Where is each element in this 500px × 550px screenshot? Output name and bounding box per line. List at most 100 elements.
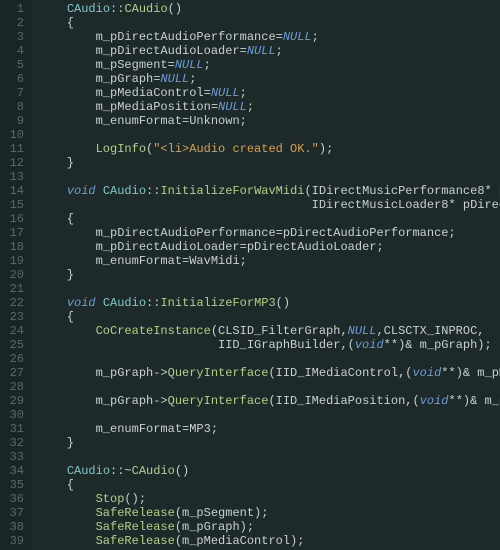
token-fn: CAudio <box>124 2 167 16</box>
code-line[interactable]: } <box>38 268 500 282</box>
line-number: 19 <box>4 254 24 268</box>
code-line[interactable] <box>38 352 500 366</box>
code-line[interactable]: CAudio::~CAudio() <box>38 464 500 478</box>
code-line[interactable]: IID_IGraphBuilder,(void**)& m_pGraph); <box>38 338 500 352</box>
line-number: 17 <box>4 226 24 240</box>
token-ident <box>96 296 103 310</box>
token-ident: (m_pGraph); <box>175 520 254 534</box>
code-line[interactable]: } <box>38 436 500 450</box>
token-ident: m_enumFormat <box>38 422 182 436</box>
code-line[interactable]: m_pDirectAudioLoader=pDirectAudioLoader; <box>38 240 500 254</box>
code-line[interactable]: SafeRelease(m_pMediaControl); <box>38 534 500 548</box>
code-line[interactable]: m_enumFormat=WavMidi; <box>38 254 500 268</box>
line-number: 22 <box>4 296 24 310</box>
code-line[interactable]: { <box>38 478 500 492</box>
token-punc: ; <box>312 30 319 44</box>
token-fn: Stop <box>96 492 125 506</box>
token-ident <box>38 408 45 422</box>
code-line[interactable]: void CAudio::InitializeForMP3() <box>38 296 500 310</box>
code-line[interactable]: CoCreateInstance(CLSID_FilterGraph,NULL,… <box>38 324 500 338</box>
code-area[interactable]: CAudio::CAudio() { m_pDirectAudioPerform… <box>32 0 500 550</box>
token-ident: m_pSegment <box>38 58 168 72</box>
token-ident: (m_pMediaControl); <box>175 534 305 548</box>
line-number: 16 <box>4 212 24 226</box>
token-ident: m_pDirectAudioPerformance <box>38 30 276 44</box>
token-ident: (IID_IMediaControl,( <box>268 366 412 380</box>
line-number: 25 <box>4 338 24 352</box>
line-number: 13 <box>4 170 24 184</box>
code-line[interactable]: CAudio::CAudio() <box>38 2 500 16</box>
line-number: 5 <box>4 58 24 72</box>
token-ident <box>38 492 96 506</box>
token-ident: m_pMediaControl <box>38 86 204 100</box>
code-line[interactable]: { <box>38 212 500 226</box>
code-line[interactable] <box>38 128 500 142</box>
token-ident <box>38 520 96 534</box>
token-ident: (IDirectMusicPerformance8 <box>304 184 484 198</box>
line-number: 18 <box>4 240 24 254</box>
token-ident: IID_IGraphBuilder,( <box>38 338 355 352</box>
code-line[interactable]: m_pDirectAudioLoader=NULL; <box>38 44 500 58</box>
code-line[interactable] <box>38 408 500 422</box>
line-number: 31 <box>4 422 24 436</box>
code-line[interactable]: m_pMediaControl=NULL; <box>38 86 500 100</box>
token-fn: CoCreateInstance <box>96 324 211 338</box>
code-line[interactable]: SafeRelease(m_pSegment); <box>38 506 500 520</box>
code-line[interactable]: m_pGraph->QueryInterface(IID_IMediaPosit… <box>38 394 500 408</box>
token-kw: NULL <box>175 58 204 72</box>
code-line[interactable]: m_pDirectAudioPerformance=pDirectAudioPe… <box>38 226 500 240</box>
code-line[interactable]: m_pDirectAudioPerformance=NULL; <box>38 30 500 44</box>
token-ident: (CLSID_FilterGraph, <box>211 324 348 338</box>
token-ident: m_pMediaContr <box>470 366 500 380</box>
line-number: 6 <box>4 72 24 86</box>
token-fn: SafeRelease <box>96 520 175 534</box>
token-kw: NULL <box>247 44 276 58</box>
token-kw: NULL <box>211 86 240 100</box>
code-line[interactable] <box>38 380 500 394</box>
code-line[interactable]: m_pGraph=NULL; <box>38 72 500 86</box>
code-line[interactable]: { <box>38 16 500 30</box>
token-ident <box>38 128 45 142</box>
code-line[interactable]: m_enumFormat=Unknown; <box>38 114 500 128</box>
token-ident <box>38 352 45 366</box>
token-ident: (m_pSegment); <box>175 506 269 520</box>
token-fn: InitializeForWavMidi <box>160 184 304 198</box>
line-number: 10 <box>4 128 24 142</box>
token-op: -> <box>153 366 167 380</box>
code-line[interactable]: IDirectMusicLoader8* pDirectAudioLoad <box>38 198 500 212</box>
code-line[interactable]: m_pGraph->QueryInterface(IID_IMediaContr… <box>38 366 500 380</box>
token-op: = <box>276 30 283 44</box>
token-ident <box>38 506 96 520</box>
token-kw: NULL <box>160 72 189 86</box>
token-op: = <box>240 240 247 254</box>
token-op: = <box>204 86 211 100</box>
code-line[interactable]: m_pMediaPosition=NULL; <box>38 100 500 114</box>
line-number: 23 <box>4 310 24 324</box>
token-ident: Unknown; <box>189 114 247 128</box>
token-op: -> <box>153 394 167 408</box>
code-editor[interactable]: 1234567891011121314151617181920212223242… <box>0 0 500 550</box>
code-line[interactable]: Stop(); <box>38 492 500 506</box>
line-number: 33 <box>4 450 24 464</box>
code-line[interactable] <box>38 450 500 464</box>
token-punc: ; <box>204 58 211 72</box>
token-ident <box>38 380 45 394</box>
token-ident: m_enumFormat <box>38 114 182 128</box>
code-line[interactable]: m_pSegment=NULL; <box>38 58 500 72</box>
code-line[interactable]: m_enumFormat=MP3; <box>38 422 500 436</box>
line-number: 8 <box>4 100 24 114</box>
code-line[interactable] <box>38 282 500 296</box>
token-kw: NULL <box>348 324 377 338</box>
token-cls: CAudio <box>67 2 110 16</box>
code-line[interactable]: void CAudio::InitializeForWavMidi(IDirec… <box>38 184 500 198</box>
code-line[interactable] <box>38 170 500 184</box>
line-number: 32 <box>4 436 24 450</box>
line-number: 26 <box>4 352 24 366</box>
token-kw: void <box>67 296 96 310</box>
code-line[interactable]: { <box>38 310 500 324</box>
code-line[interactable]: SafeRelease(m_pGraph); <box>38 520 500 534</box>
line-number: 29 <box>4 394 24 408</box>
token-punc: } <box>38 436 74 450</box>
code-line[interactable]: LogInfo("<li>Audio created OK."); <box>38 142 500 156</box>
code-line[interactable]: } <box>38 156 500 170</box>
